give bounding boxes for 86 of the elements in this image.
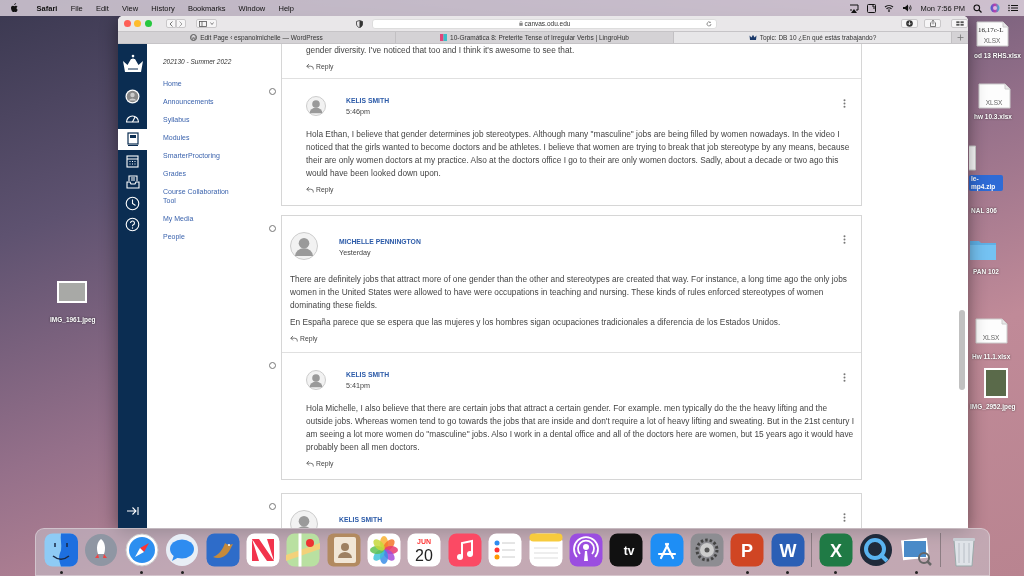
pinwheel-icon[interactable] [367,533,401,567]
tab-overview-icon [955,21,964,26]
spreadsheet-file-icon[interactable] [978,83,1011,109]
bird-icon[interactable] [205,533,240,567]
address-book-icon[interactable] [326,533,361,567]
spreadsheet-file-icon[interactable] [976,21,1009,47]
post-text: En España parece que se espera que las mujeres y los hombres sigan ocupaciones tradicionales a diferencia de los Estados Unidos. [290,316,782,329]
store-icon[interactable] [649,533,684,567]
notepad-icon[interactable] [528,533,563,567]
presentation-app-icon[interactable]: P [730,533,765,567]
reply-arrow-icon [290,334,298,342]
tab-overview-button[interactable] [951,19,968,28]
app-letter: P [741,541,754,561]
downloads-button[interactable] [901,19,919,28]
close-button[interactable] [124,20,131,27]
reload-icon[interactable] [706,21,713,27]
chevron-right-icon [178,20,183,27]
avatar-icon [306,96,326,116]
checklist-icon[interactable] [488,533,523,567]
two-tone-face-icon[interactable] [44,533,78,567]
photo-placeholder[interactable] [984,368,1008,398]
crown-icon [748,34,757,41]
music-note-icon[interactable] [447,533,482,567]
calendar-day: 20 [415,547,434,564]
circle-logo-icon [190,34,198,41]
share-icon [929,20,936,27]
more-options-icon[interactable] [843,373,846,382]
apple-icon[interactable] [10,3,18,13]
avatar-icon [290,232,318,260]
avatar-icon [125,89,140,105]
reply-arrow-icon [306,459,314,467]
privacy-button[interactable] [353,19,366,28]
compass-icon[interactable] [124,533,159,567]
scrollbar-thumb[interactable] [959,310,965,390]
app-letter: W [779,541,797,561]
map-icon[interactable] [286,533,321,567]
document-app-icon[interactable]: W [770,533,805,567]
display-icon[interactable] [867,3,877,13]
gauge-icon [125,112,140,124]
back-button[interactable] [165,19,176,28]
inbox-icon [125,174,140,189]
more-options-icon[interactable] [843,235,846,244]
speech-bubble-icon[interactable] [165,533,200,567]
forward-button[interactable] [175,19,186,28]
sidebar-button[interactable] [195,19,217,28]
sidebar-icon [198,20,207,27]
spreadsheet-app-icon[interactable]: X [818,533,853,567]
reply-arrow-icon [306,62,314,70]
shield-icon [356,19,364,28]
rocket-icon[interactable] [84,533,119,567]
settings-icon[interactable] [690,533,724,567]
colorful-square-icon [440,34,447,41]
post-text: Hola Ethan, I believe that gender determines job stereotypes. Although many "masculine" jobs are being filled by women nowadays. In the video I noticed that the girls wanted to become doctors and be athletes. I believe that women are trying to break that job stereotype by any means, because their are only women doctors at my practice. Also at the doctors office I go to their are only women doctors. Sadly, about a decade or two ago this would have been looked down upon. [306,128,851,180]
share-button[interactable] [924,19,942,28]
collapse-icon [126,506,139,517]
help-icon [125,216,140,232]
post-text: gender diversity. I've noticed that too and I think it's awesome to see that. [306,44,576,57]
wifi-icon[interactable] [884,4,895,12]
book-icon [126,131,139,147]
search-icon[interactable] [973,3,982,13]
list-icon[interactable] [1008,4,1018,12]
plus-icon [956,34,964,41]
document-file-icon[interactable] [969,145,976,171]
avatar-icon [306,370,326,390]
app-letter: X [829,541,842,561]
volume-icon[interactable] [902,4,913,12]
broadcast-icon[interactable] [568,533,603,567]
download-icon [906,20,914,27]
orb-icon[interactable] [990,3,1000,13]
post-text: There are definitely jobs that attract more of one gender than the other and stereotypes are created that way. For instance, a long time ago the only jobs women in the United States were allowed to have were occupations in teaching and nursing. These kinds of rules enforced stereotypes of women dominating these fields. [290,273,848,312]
global-nav-button[interactable] [118,128,147,150]
caret-icon [209,22,214,25]
clock-icon [125,195,140,211]
post-text: Hola Michelle, I also believe that there are certain jobs that attract a certain gender. For example. men typically do the the heavy lifting and the outside jobs. Whereas women tend to go towards the jobs that are inside and don't require a lot of heavy lifting and sweating. But in the 21st century I am seeing a lot more women do "masculine" jobs. Also I work in a dental office and all of the doctors here are women, but 15 years ago it would have probably been all men doctors. [306,402,855,454]
more-options-icon[interactable] [843,513,846,522]
calendar-icon [126,153,139,168]
more-options-icon[interactable] [843,99,846,108]
chevron-left-icon [168,20,173,27]
tv-icon-text: tv [623,544,635,558]
airplay-icon[interactable] [849,3,860,13]
spreadsheet-file-icon[interactable] [975,318,1008,344]
reply-arrow-icon [306,185,314,193]
news-icon[interactable] [245,533,280,567]
lock-icon [518,21,523,26]
video-player-icon[interactable] [858,533,893,567]
tv-icon[interactable]: tv [609,533,644,567]
